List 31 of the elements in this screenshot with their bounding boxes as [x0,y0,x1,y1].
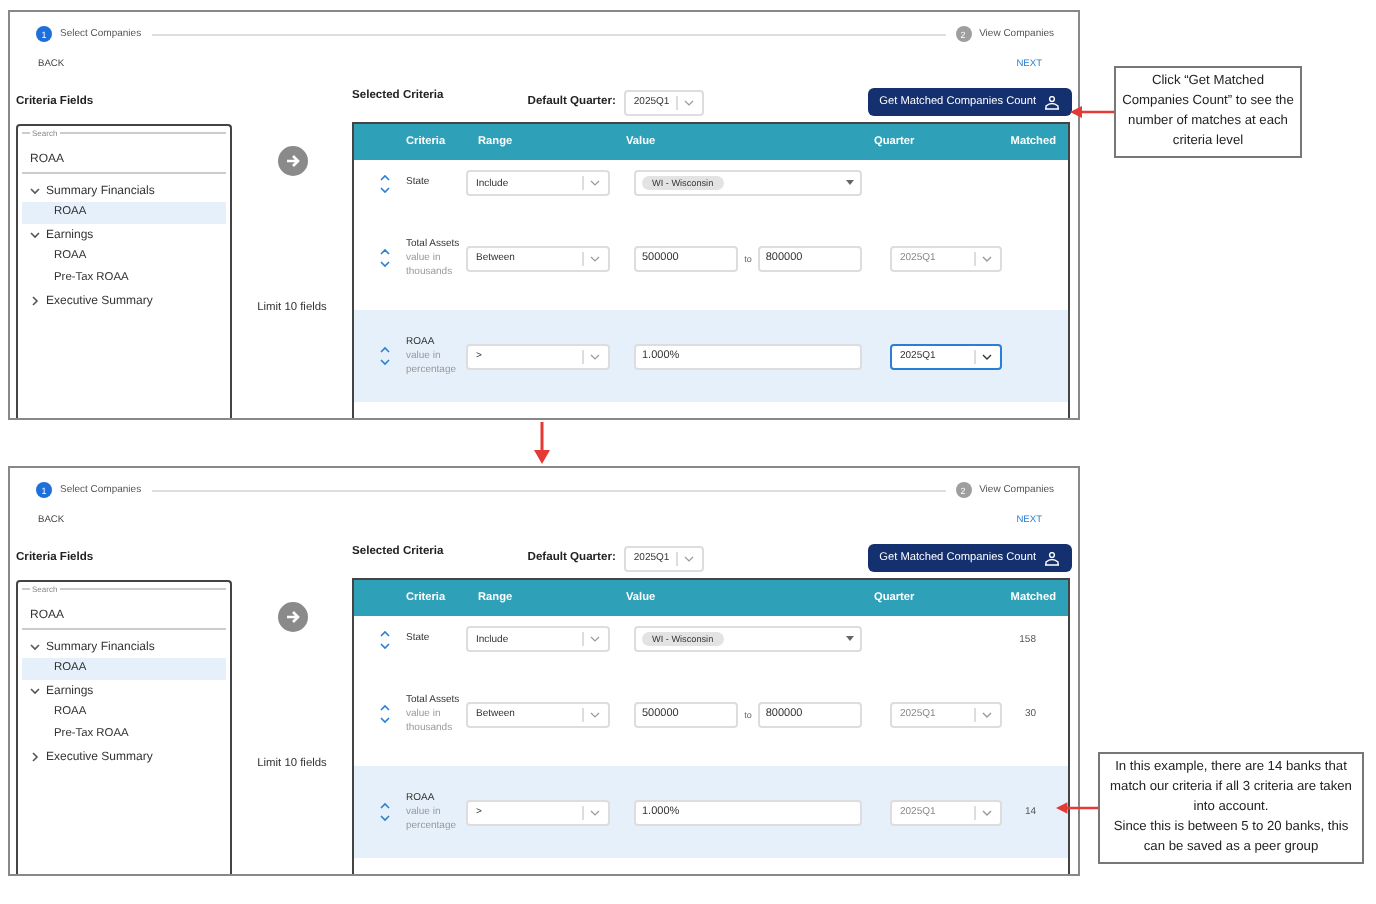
chevron-icon[interactable] [30,230,40,240]
down-arrow-icon [534,422,550,464]
pointer-arrow-icon [1056,802,1098,814]
chevron-down-icon [590,809,600,815]
chevron-down-icon [982,353,992,359]
chevron-down-icon [590,353,600,359]
caret-icon [846,636,854,642]
arrow-right-button[interactable] [277,146,307,176]
chevron-icon[interactable] [30,752,40,762]
chevron-down-icon [590,636,600,642]
chevron-icon[interactable] [30,296,40,306]
chevron-down-icon [982,711,992,717]
arrow-right-button[interactable] [277,602,307,632]
chevron-down-icon [590,711,600,717]
reorder-icon[interactable] [379,629,389,649]
pointer-arrow-icon [1070,106,1114,118]
chevron-icon[interactable] [30,642,40,652]
reorder-icon[interactable] [379,248,389,268]
chevron-icon[interactable] [30,686,40,696]
chevron-down-icon [982,809,992,815]
chevron-icon[interactable] [30,186,40,196]
caret-icon [846,180,854,186]
chevron-down-icon [683,99,694,105]
chevron-down-icon [683,555,694,561]
reorder-icon[interactable] [379,173,389,193]
reorder-icon[interactable] [379,704,389,724]
chevron-down-icon [982,255,992,261]
reorder-icon[interactable] [379,346,389,366]
chevron-down-icon [590,180,600,186]
reorder-icon[interactable] [379,802,389,822]
chevron-down-icon [590,255,600,261]
